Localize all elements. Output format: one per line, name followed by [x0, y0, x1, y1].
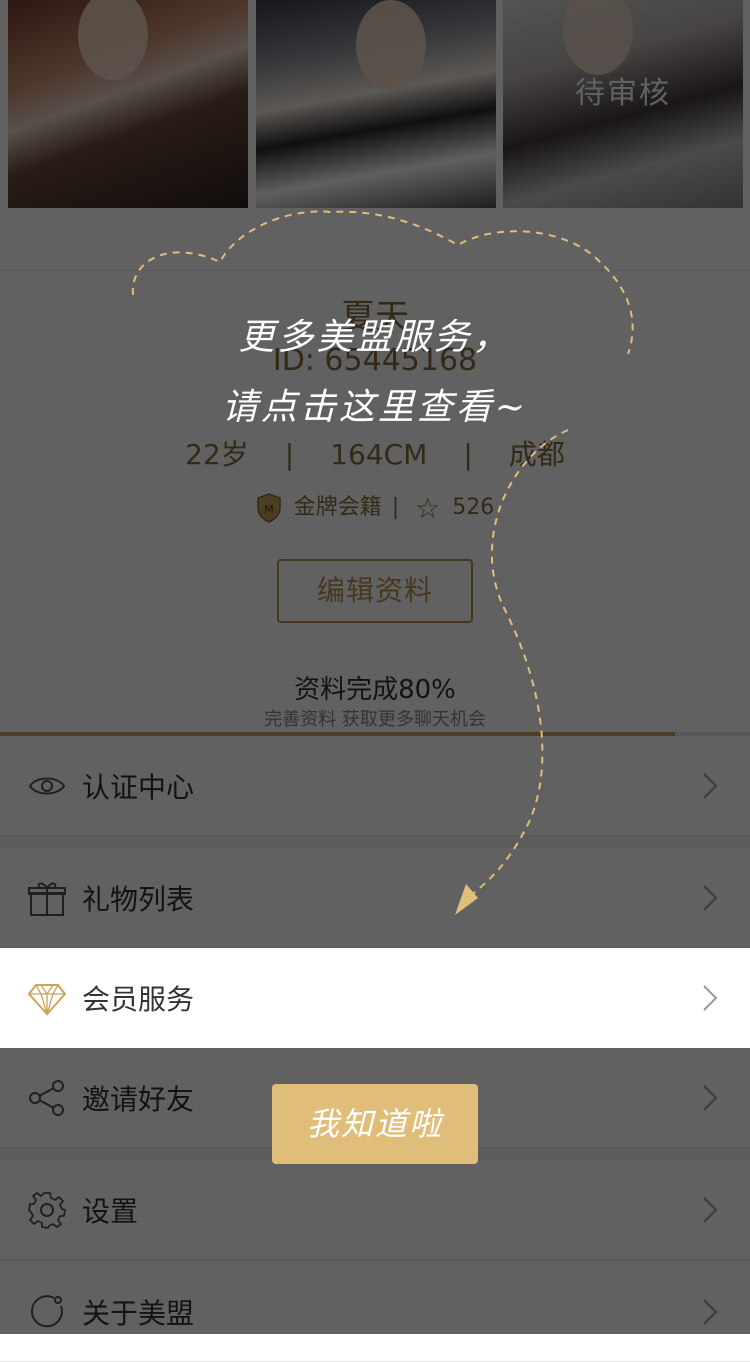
chevron-right-icon	[703, 985, 718, 1011]
menu-item-label: 设置	[82, 1194, 139, 1228]
menu-item-label: 认证中心	[82, 770, 195, 804]
diamond-icon	[28, 984, 66, 1017]
star-icon: ☆	[415, 491, 441, 525]
about-icon	[30, 1294, 63, 1327]
edit-profile-button[interactable]: 编辑资料	[277, 559, 473, 623]
svg-text:M: M	[264, 503, 274, 516]
city: 成都	[508, 438, 565, 471]
badges-row: M 金牌会籍 | ☆ 526	[0, 489, 750, 525]
gift-icon	[28, 882, 66, 916]
highlighted-menu-item-membership[interactable]: 会员服务	[0, 948, 750, 1048]
height: 164CM	[330, 438, 428, 471]
menu-item-label: 邀请好友	[82, 1082, 195, 1116]
menu-item-gifts[interactable]: 礼物列表	[0, 848, 750, 948]
guide-tip-line1: 更多美盟服务，	[238, 317, 512, 358]
completion-hint: 完善资料 获取更多聊天机会	[264, 709, 486, 730]
gear-icon	[28, 1191, 66, 1229]
menu-item-verification[interactable]: 认证中心	[0, 736, 750, 836]
chevron-right-icon	[703, 1084, 718, 1111]
chevron-right-icon	[703, 1196, 718, 1223]
profile-stats: 22岁 | 164CM | 成都	[0, 433, 750, 473]
stat-separator: |	[284, 438, 295, 471]
menu-item-label: 礼物列表	[82, 882, 195, 916]
menu-item-membership-highlight[interactable]: 会员服务	[0, 948, 750, 1048]
got-it-button[interactable]: 我知道啦	[272, 1084, 478, 1164]
completion-text: 资料完成80%	[294, 675, 456, 705]
membership-label: 金牌会籍	[293, 495, 382, 520]
share-icon	[29, 1079, 64, 1116]
eye-icon	[28, 777, 66, 794]
stat-separator: |	[463, 438, 473, 471]
pending-review-label: 待审核	[575, 76, 671, 111]
profile-photo[interactable]	[8, 0, 248, 208]
favorites-count: 526	[452, 495, 495, 520]
chevron-right-icon	[703, 1298, 718, 1325]
profile-photo-pending[interactable]: 待审核	[503, 0, 743, 208]
menu-item-settings[interactable]: 设置	[0, 1160, 750, 1260]
menu-item-about[interactable]: 关于美盟	[0, 1262, 750, 1362]
chevron-right-icon	[703, 772, 718, 799]
menu-item-label: 会员服务	[82, 983, 195, 1016]
menu-item-label: 关于美盟	[82, 1296, 195, 1330]
badge-separator: |	[391, 495, 400, 520]
profile-photo[interactable]	[256, 0, 496, 208]
chevron-right-icon	[703, 884, 718, 911]
gold-member-shield-icon: M	[256, 493, 281, 523]
guide-tip-line2: 请点击这里查看~	[221, 387, 529, 428]
photo-gallery: 待审核	[0, 0, 750, 210]
age: 22岁	[185, 438, 249, 471]
